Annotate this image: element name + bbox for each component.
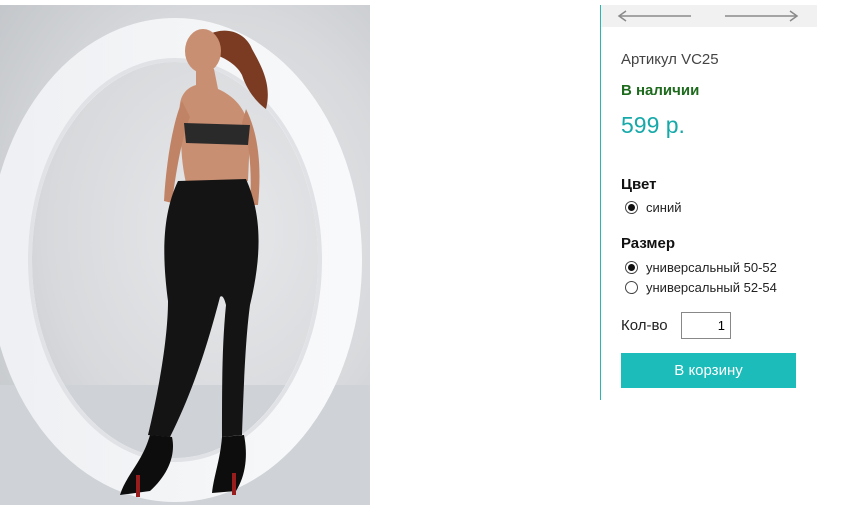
radio-checked-icon[interactable] <box>625 260 638 274</box>
size-option-50-52[interactable]: универсальный 50-52 <box>625 258 777 276</box>
product-price: 599 р. <box>621 112 685 138</box>
quantity-input[interactable] <box>681 312 731 339</box>
availability-status: В наличии <box>621 82 700 99</box>
product-info-panel: Артикул VC25 В наличии 599 р. Цвет синий… <box>600 5 817 400</box>
product-image[interactable] <box>0 5 370 505</box>
size-option-label: универсальный 52-54 <box>646 279 777 295</box>
arrow-right-icon[interactable] <box>723 9 799 23</box>
quantity-label: Кол-во <box>621 317 668 334</box>
color-option-label: синий <box>646 199 682 215</box>
radio-unchecked-icon[interactable] <box>625 280 638 294</box>
size-title: Размер <box>621 235 676 252</box>
size-option-52-54[interactable]: универсальный 52-54 <box>625 278 777 296</box>
size-option-label: универсальный 50-52 <box>646 259 777 275</box>
add-to-cart-button[interactable]: В корзину <box>621 353 796 388</box>
product-photo-illustration <box>0 18 370 505</box>
color-title: Цвет <box>621 176 657 193</box>
color-option-blue[interactable]: синий <box>625 198 681 216</box>
product-nav-bar <box>601 5 817 27</box>
arrow-left-icon[interactable] <box>617 9 693 23</box>
product-article: Артикул VC25 <box>621 51 719 68</box>
radio-checked-icon[interactable] <box>625 200 638 214</box>
